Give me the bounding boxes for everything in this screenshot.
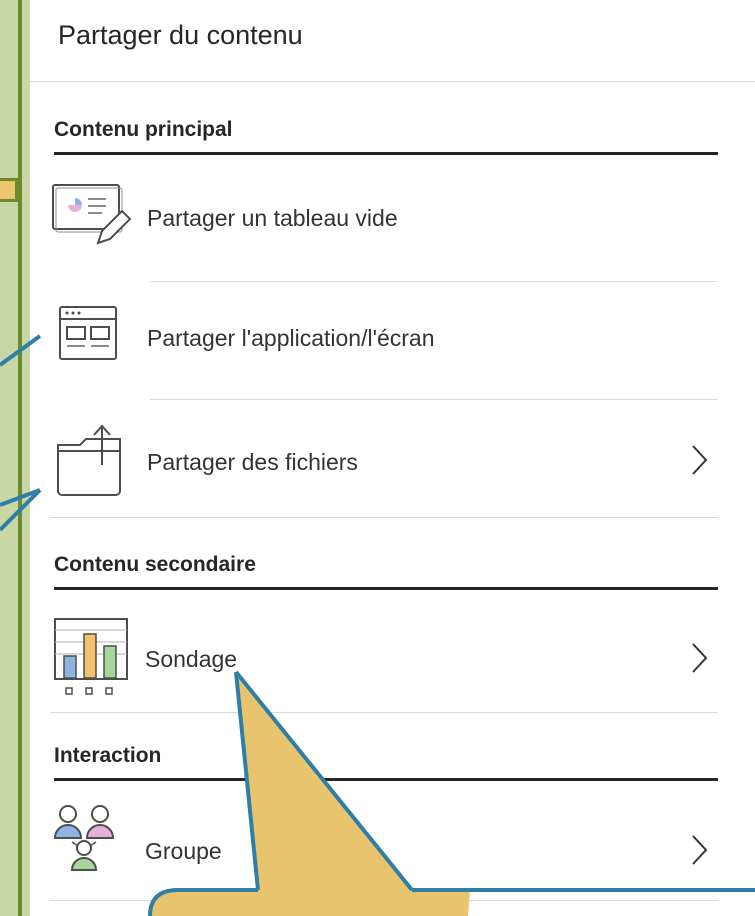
share-whiteboard-label: Partager un tableau vide [147, 205, 398, 231]
background-strip [0, 0, 30, 916]
item-divider [50, 900, 718, 901]
chevron-right-icon [690, 833, 710, 872]
groups-item[interactable]: Groupe [30, 796, 755, 896]
share-files-item[interactable]: Partager des fichiers [30, 401, 755, 501]
poll-item[interactable]: Sondage [30, 604, 755, 704]
groups-icon [52, 804, 132, 879]
application-window-icon [58, 305, 122, 368]
share-application-label: Partager l'application/l'écran [147, 325, 435, 351]
panel-header: Partager du contenu [30, 0, 755, 82]
item-divider [50, 517, 718, 518]
share-whiteboard-item[interactable]: Partager un tableau vide [30, 165, 755, 265]
section-title-interaction: Interaction [54, 744, 718, 781]
chevron-right-icon [690, 641, 710, 680]
panel-title: Partager du contenu [58, 20, 303, 50]
frame-edge [18, 0, 22, 916]
folder-upload-icon [54, 419, 130, 504]
chevron-right-icon [690, 443, 710, 482]
whiteboard-icon [50, 181, 136, 254]
poll-chart-icon [52, 616, 132, 703]
groups-label: Groupe [145, 838, 222, 864]
item-divider [150, 281, 718, 282]
item-divider [50, 712, 718, 713]
highlight-marker [0, 178, 18, 202]
poll-label: Sondage [145, 646, 238, 672]
section-title-secondary-content: Contenu secondaire [54, 553, 718, 590]
section-title-main-content: Contenu principal [54, 118, 718, 155]
share-content-panel: Partager du contenu Contenu principal Pa… [30, 0, 755, 916]
share-application-item[interactable]: Partager l'application/l'écran [30, 283, 755, 383]
item-divider [150, 399, 718, 400]
share-files-label: Partager des fichiers [147, 449, 358, 475]
